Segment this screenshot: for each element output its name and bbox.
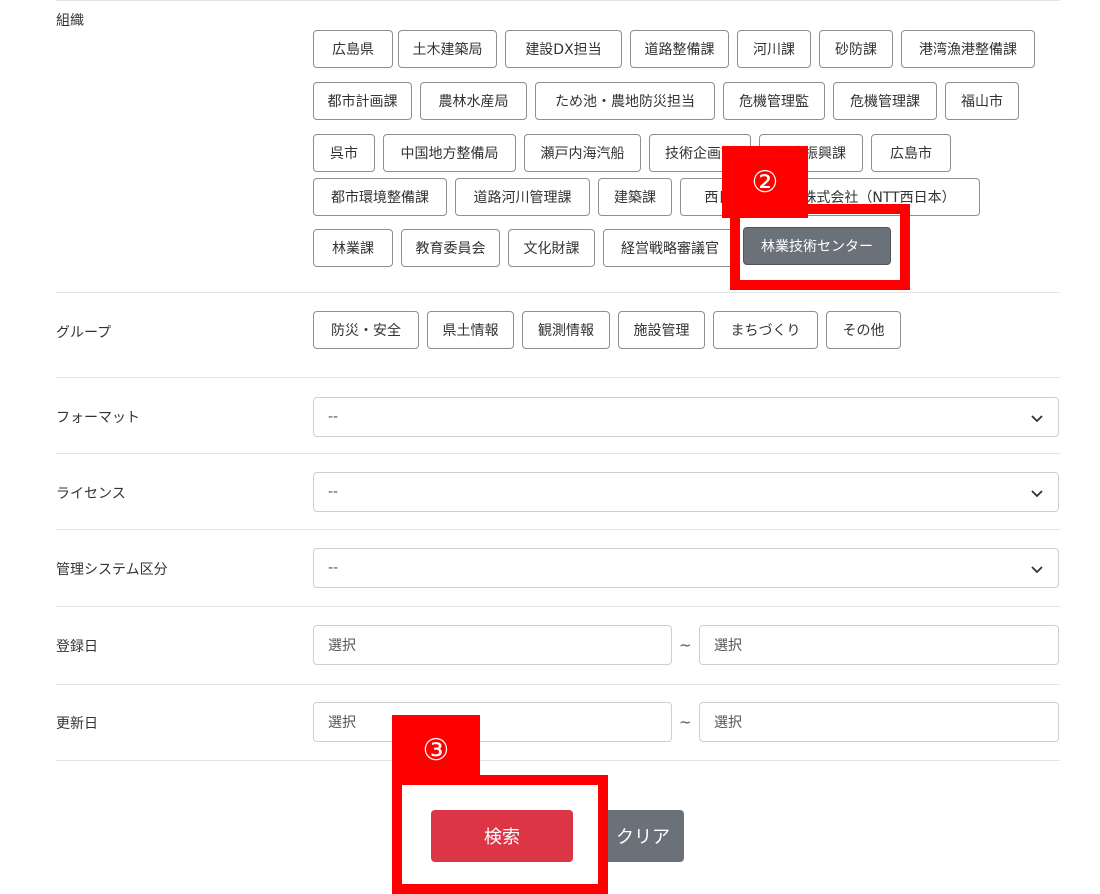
- org-tag-hiroshima-city[interactable]: 広島市: [871, 134, 951, 172]
- org-tag-technical-planning[interactable]: 技術企画課: [649, 134, 751, 172]
- format-select[interactable]: --: [313, 397, 1059, 437]
- divider: [56, 760, 1060, 761]
- search-button[interactable]: 検索: [431, 810, 573, 862]
- org-tag-river[interactable]: 河川課: [737, 30, 811, 68]
- org-tag-board-of-education[interactable]: 教育委員会: [401, 229, 500, 267]
- org-tag-ntt-west[interactable]: 西日本電信電話株式会社（NTT西日本）: [680, 178, 980, 216]
- license-select[interactable]: --: [313, 472, 1059, 512]
- group-tag-other[interactable]: その他: [826, 311, 901, 349]
- org-tag-urban-planning[interactable]: 都市計画課: [313, 82, 412, 120]
- org-tag-road-development[interactable]: 道路整備課: [630, 30, 729, 68]
- license-select-value: --: [328, 484, 339, 500]
- org-tag-reservoir-disaster[interactable]: ため池・農地防災担当: [535, 82, 715, 120]
- range-separator: ~: [679, 713, 692, 731]
- group-tag-town-planning[interactable]: まちづくり: [713, 311, 818, 349]
- divider: [56, 684, 1060, 685]
- org-tag-port-promotion[interactable]: 港湾振興課: [759, 134, 863, 172]
- org-tag-agriculture-bureau[interactable]: 農林水産局: [420, 82, 527, 120]
- chevron-down-icon: [1031, 566, 1043, 574]
- management-system-label: 管理システム区分: [56, 562, 168, 578]
- divider: [56, 529, 1060, 530]
- group-tag-prefecture-info[interactable]: 県土情報: [427, 311, 514, 349]
- org-tag-forestry-tech-center[interactable]: 林業技術センター: [743, 227, 891, 265]
- top-divider: [56, 0, 1060, 1]
- org-tag-fukuyama-city[interactable]: 福山市: [945, 82, 1019, 120]
- management-system-select[interactable]: --: [313, 548, 1059, 588]
- org-tag-crisis-management-supervisor[interactable]: 危機管理監: [723, 82, 825, 120]
- group-tag-facility-management[interactable]: 施設管理: [618, 311, 705, 349]
- updated-date-from-input[interactable]: 選択: [313, 702, 672, 742]
- format-label: フォーマット: [56, 410, 140, 426]
- clear-button[interactable]: クリア: [602, 810, 684, 862]
- updated-date-label: 更新日: [56, 716, 98, 732]
- org-tag-kure-city[interactable]: 呉市: [313, 134, 375, 172]
- registered-date-to-input[interactable]: 選択: [699, 625, 1059, 665]
- chevron-down-icon: [1031, 415, 1043, 423]
- divider: [56, 453, 1060, 454]
- license-label: ライセンス: [56, 486, 126, 502]
- registered-date-label: 登録日: [56, 639, 98, 655]
- org-tag-setonaikai-kisen[interactable]: 瀬戸内海汽船: [524, 134, 641, 172]
- org-tag-road-river-management[interactable]: 道路河川管理課: [455, 178, 590, 216]
- org-tag-urban-environment[interactable]: 都市環境整備課: [313, 178, 447, 216]
- organization-label: 組織: [56, 13, 84, 29]
- org-tag-cultural-properties[interactable]: 文化財課: [508, 229, 595, 267]
- org-tag-forestry[interactable]: 林業課: [313, 229, 393, 267]
- org-tag-hiroshima-pref[interactable]: 広島県: [313, 30, 393, 68]
- org-tag-chugoku-regional-bureau[interactable]: 中国地方整備局: [383, 134, 516, 172]
- range-separator: ~: [679, 636, 692, 654]
- org-tag-construction-dx[interactable]: 建設DX担当: [505, 30, 622, 68]
- org-tag-crisis-management[interactable]: 危機管理課: [833, 82, 937, 120]
- divider: [56, 377, 1060, 378]
- updated-date-to-input[interactable]: 選択: [699, 702, 1059, 742]
- group-tag-disaster-safety[interactable]: 防災・安全: [313, 311, 419, 349]
- management-system-select-value: --: [328, 560, 339, 576]
- group-tag-observation[interactable]: 観測情報: [522, 311, 610, 349]
- org-tag-architecture[interactable]: 建築課: [598, 178, 672, 216]
- group-label: グループ: [56, 325, 112, 341]
- divider: [56, 292, 1060, 293]
- divider: [56, 606, 1060, 607]
- chevron-down-icon: [1031, 490, 1043, 498]
- org-tag-port-fishery[interactable]: 港湾漁港整備課: [901, 30, 1035, 68]
- format-select-value: --: [328, 409, 339, 425]
- org-tag-erosion-control[interactable]: 砂防課: [819, 30, 893, 68]
- registered-date-from-input[interactable]: 選択: [313, 625, 672, 665]
- org-tag-strategy-councilor[interactable]: 経営戦略審議官: [603, 229, 737, 267]
- org-tag-civil-engineering-bureau[interactable]: 土木建築局: [398, 30, 497, 68]
